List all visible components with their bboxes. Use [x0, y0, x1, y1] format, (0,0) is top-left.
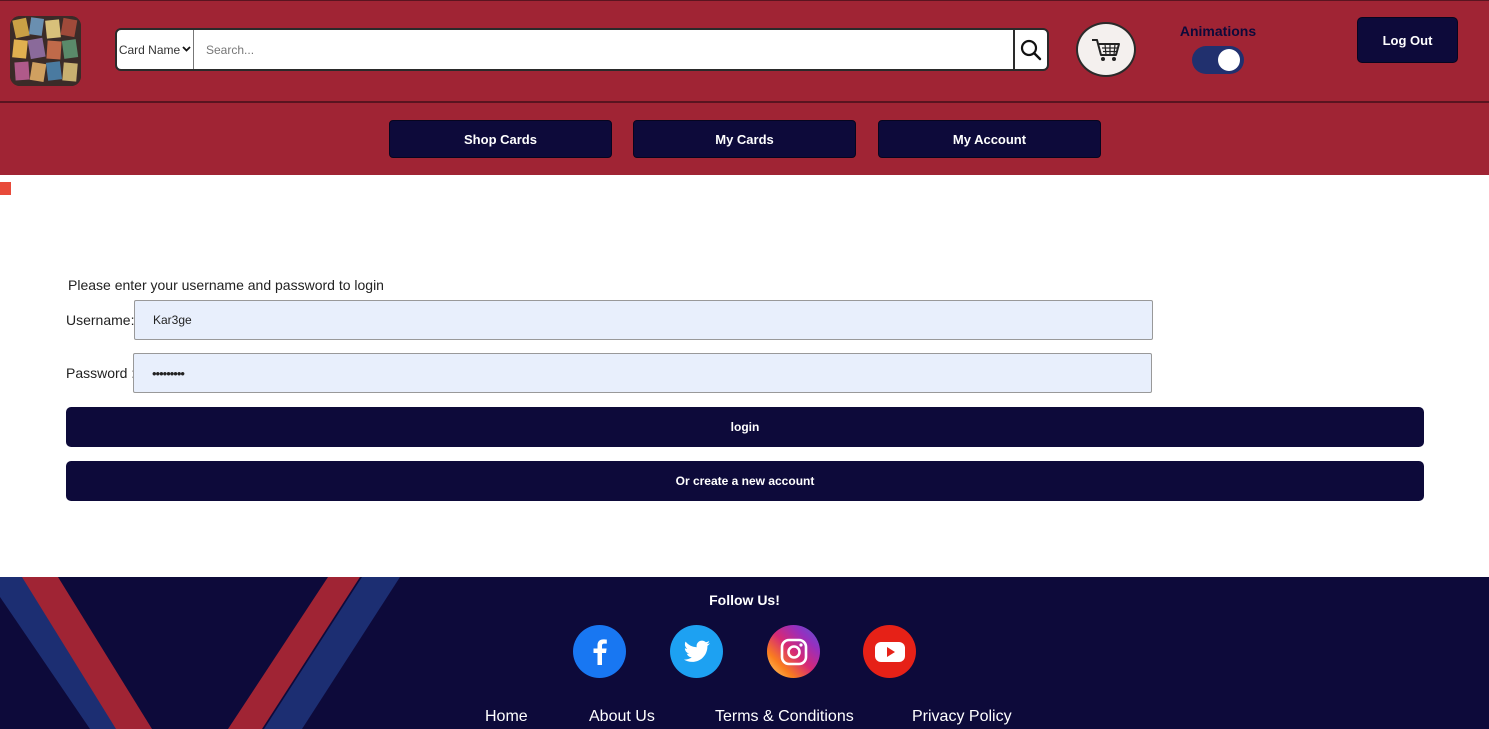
cart-icon [1092, 38, 1120, 61]
instagram-link[interactable] [767, 625, 820, 678]
follow-us-heading: Follow Us! [709, 592, 780, 608]
username-field[interactable]: Kar3ge [134, 300, 1153, 340]
search-input[interactable] [194, 30, 1013, 69]
create-account-button[interactable]: Or create a new account [66, 461, 1424, 501]
twitter-link[interactable] [670, 625, 723, 678]
facebook-link[interactable] [573, 625, 626, 678]
nav-my-account[interactable]: My Account [878, 120, 1101, 158]
animations-toggle[interactable] [1192, 46, 1244, 74]
youtube-icon [874, 641, 905, 662]
password-label: Password : [66, 365, 136, 381]
logout-button[interactable]: Log Out [1357, 17, 1458, 63]
site-logo[interactable] [10, 16, 81, 86]
search-category-label: Card Name [118, 42, 181, 57]
password-field[interactable]: ••••••••• [133, 353, 1152, 393]
nav-shop-cards[interactable]: Shop Cards [389, 120, 612, 158]
animations-label: Animations [1179, 23, 1257, 39]
cart-button[interactable] [1076, 22, 1136, 77]
login-button[interactable]: login [66, 407, 1424, 447]
nav-my-cards[interactable]: My Cards [633, 120, 856, 158]
footer-link-home[interactable]: Home [485, 708, 528, 726]
site-header: Card Name Animations Log Out [0, 0, 1489, 175]
search-category-select[interactable]: Card Name [117, 30, 194, 69]
chevron-down-icon [182, 44, 191, 55]
search-bar: Card Name [115, 28, 1049, 71]
login-prompt: Please enter your username and password … [68, 277, 384, 293]
instagram-icon [780, 638, 807, 665]
facebook-icon [593, 638, 607, 665]
error-marker [0, 182, 11, 195]
footer-link-about[interactable]: About Us [589, 708, 655, 726]
site-footer: Follow Us! Home About Us Terms & Conditi… [0, 577, 1489, 729]
toggle-knob [1218, 49, 1240, 71]
footer-link-terms[interactable]: Terms & Conditions [715, 708, 854, 726]
search-button[interactable] [1013, 30, 1047, 69]
youtube-link[interactable] [863, 625, 916, 678]
header-divider [0, 101, 1489, 103]
twitter-icon [683, 640, 710, 662]
footer-link-privacy[interactable]: Privacy Policy [912, 708, 1012, 726]
search-icon [1020, 39, 1042, 60]
username-label: Username: [66, 312, 135, 328]
